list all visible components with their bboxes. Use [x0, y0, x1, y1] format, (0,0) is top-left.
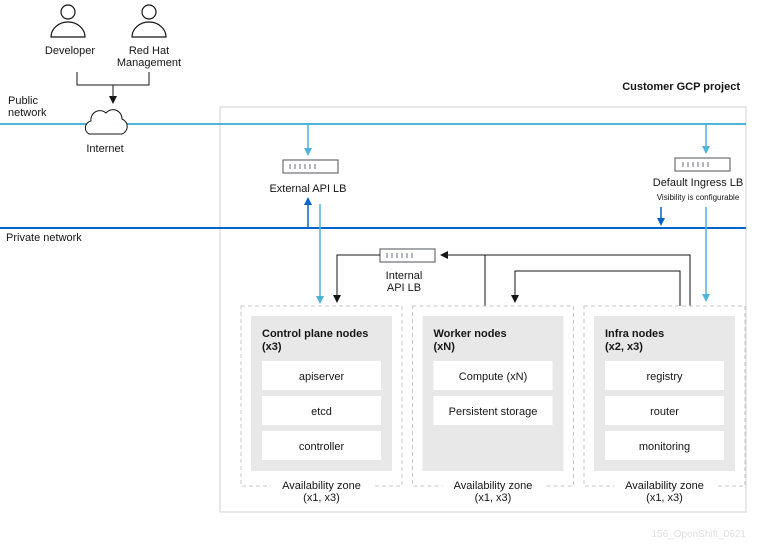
availability-zone: Control plane nodes(x3) apiserver etcd cont… — [240, 305, 403, 504]
ingress-note: Visibility is configurable — [657, 193, 740, 202]
redhat-label: Red Hat — [129, 45, 169, 57]
internal-to-control-arrow — [333, 254, 380, 303]
internet-label: Internet — [86, 143, 123, 155]
availability-zone: Worker nodes(xN) Compute (xN) Persistent s… — [412, 305, 574, 504]
public-network-label-2: network — [8, 107, 47, 119]
node-component-label: router — [650, 406, 679, 418]
architecture-diagram: Customer GCP project Developer Red Hat M… — [0, 4, 747, 540]
node-component-label: controller — [299, 441, 345, 453]
ingress-lb-icon — [674, 157, 731, 172]
node-group-title: Worker nodes — [434, 328, 507, 340]
internal-lb-label-2: API LB — [387, 282, 421, 294]
cloud-icon — [84, 109, 128, 135]
node-group-title: (xN) — [434, 341, 456, 353]
availability-zone-label: (x1, x3) — [303, 492, 340, 504]
availability-zone-label: (x1, x3) — [646, 492, 683, 504]
public-network-label: Public — [8, 95, 38, 107]
internal-lb-icon — [379, 248, 436, 263]
external-lb-icon — [282, 159, 339, 174]
internal-lb-label: Internal — [386, 270, 423, 282]
actors-connector — [76, 72, 150, 100]
availability-zone-label: Availability zone — [625, 480, 704, 492]
node-group-title: (x3) — [262, 341, 282, 353]
node-component-label: apiserver — [299, 371, 345, 383]
node-component-label: Compute (xN) — [459, 371, 527, 383]
node-group-title: (x2, x3) — [605, 341, 643, 353]
node-component-label: monitoring — [639, 441, 690, 453]
node-group-title: Infra nodes — [605, 328, 664, 340]
to-internal-lb-arrow — [440, 251, 691, 306]
infra-to-worker-arrow — [511, 270, 681, 306]
developer-icon — [50, 4, 86, 38]
watermark: 156_OpenShift_0621 — [651, 529, 746, 540]
availability-zone: Infra nodes(x2, x3) registry router monitor… — [583, 305, 746, 504]
private-network-label: Private network — [6, 232, 82, 244]
developer-label: Developer — [45, 45, 95, 57]
user-icon — [131, 4, 167, 38]
availability-zone-label: Availability zone — [282, 480, 361, 492]
node-component-label: etcd — [311, 406, 332, 418]
availability-zone-label: Availability zone — [454, 480, 533, 492]
node-group-title: Control plane nodes — [262, 328, 368, 340]
external-lb-label: External API LB — [269, 183, 346, 195]
node-component-label: Persistent storage — [449, 406, 538, 418]
availability-zone-label: (x1, x3) — [475, 492, 512, 504]
redhat-label-2: Management — [117, 57, 181, 69]
project-title: Customer GCP project — [622, 81, 740, 93]
node-component-label: registry — [646, 371, 683, 383]
ingress-lb-label: Default Ingress LB — [653, 177, 744, 189]
